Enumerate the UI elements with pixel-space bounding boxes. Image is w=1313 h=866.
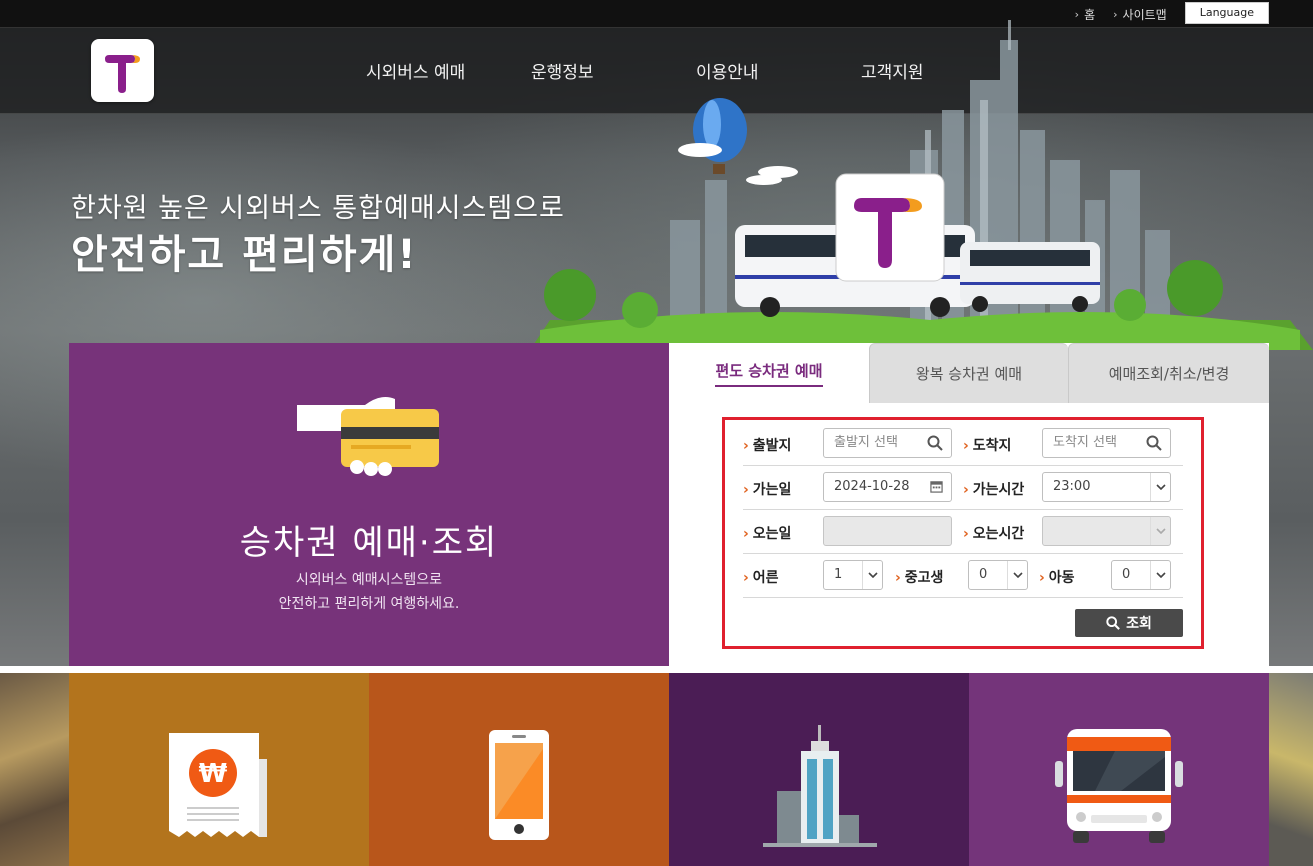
departure-placeholder: 출발지 선택 — [834, 435, 898, 450]
tab-one-way-label: 편도 승차권 예매 — [715, 360, 823, 387]
adult-count-value: 1 — [834, 567, 843, 582]
child-count-select[interactable]: 0 — [1111, 560, 1171, 590]
mobile-phone-icon — [489, 730, 549, 840]
city-bus-illustration — [530, 20, 1313, 350]
chevron-down-icon — [1150, 473, 1170, 501]
ticket-promo-panel: 승차권 예매·조회 시외버스 예매시스템으로 안전하고 편리하게 여행하세요. — [69, 343, 669, 673]
card-payment-icon — [297, 397, 439, 476]
svg-text:₩: ₩ — [199, 759, 228, 789]
tab-lookup-cancel[interactable]: 예매조회/취소/변경 — [1068, 343, 1269, 403]
row-route: 출발지 출발지 선택 도착지 도착지 선택 — [743, 422, 1183, 466]
receipt-won-icon: ₩ — [169, 733, 267, 837]
go-time-label: 가는시간 — [963, 479, 1025, 499]
adult-count-select[interactable]: 1 — [823, 560, 883, 590]
booking-tabs: 편도 승차권 예매 왕복 승차권 예매 예매조회/취소/변경 — [669, 343, 1269, 403]
arrival-placeholder: 도착지 선택 — [1053, 435, 1117, 450]
promo-desc-line2: 안전하고 편리하게 여행하세요. — [278, 596, 460, 612]
section-divider — [0, 666, 1313, 673]
go-time-select[interactable]: 23:00 — [1042, 472, 1171, 502]
go-date-value: 2024-10-28 — [834, 479, 910, 494]
hero-title: 안전하고 편리하게! — [71, 232, 418, 278]
tab-one-way[interactable]: 편도 승차권 예매 — [669, 343, 869, 403]
arrival-label: 도착지 — [963, 435, 1012, 455]
booking-form: 출발지 출발지 선택 도착지 도착지 선택 가는일 2024-10-28 가는시… — [722, 417, 1204, 649]
youth-count-value: 0 — [979, 567, 988, 582]
child-label: 아동 — [1039, 567, 1075, 587]
search-button-label: 조회 — [1126, 616, 1152, 632]
arrival-select[interactable]: 도착지 선택 — [1042, 428, 1171, 458]
youth-count-select[interactable]: 0 — [968, 560, 1028, 590]
row-passengers: 어른 1 중고생 0 아동 0 — [743, 554, 1183, 598]
row-go: 가는일 2024-10-28 가는시간 23:00 — [743, 466, 1183, 510]
hero-subtitle: 한차원 높은 시외버스 통합예매시스템으로 — [71, 193, 565, 224]
adult-label: 어른 — [743, 567, 779, 587]
row-return: 오는일 오는시간 — [743, 510, 1183, 554]
departure-label: 출발지 — [743, 435, 792, 455]
return-date-label: 오는일 — [743, 523, 792, 543]
booking-panel: 편도 승차권 예매 왕복 승차권 예매 예매조회/취소/변경 출발지 출발지 선… — [669, 343, 1269, 673]
chevron-right-icon: › — [1113, 7, 1118, 21]
calendar-icon[interactable] — [930, 480, 943, 493]
search-icon — [1106, 616, 1120, 630]
search-icon — [927, 435, 943, 451]
tab-lookup-cancel-label: 예매조회/취소/변경 — [1108, 365, 1230, 383]
quick-tile-terminal[interactable] — [669, 673, 969, 866]
promo-desc-line1: 시외버스 예매시스템으로 — [295, 572, 443, 588]
building-icon — [763, 725, 877, 847]
promo-title: 승차권 예매·조회 — [239, 523, 499, 563]
chevron-down-icon — [1150, 517, 1170, 545]
quick-tile-fare[interactable]: ₩ — [69, 673, 369, 866]
tab-round-trip[interactable]: 왕복 승차권 예매 — [869, 343, 1068, 403]
youth-label: 중고생 — [895, 567, 944, 587]
nav-item-reservation[interactable]: 시외버스 예매 — [366, 58, 531, 83]
go-date-input[interactable]: 2024-10-28 — [823, 472, 952, 502]
bottom-background-left — [0, 673, 69, 866]
bottom-background-right — [1269, 673, 1313, 866]
chevron-down-icon — [862, 561, 882, 589]
bus-front-icon — [1055, 729, 1183, 843]
chevron-down-icon — [1150, 561, 1170, 589]
search-button[interactable]: 조회 — [1075, 609, 1183, 637]
t-logo-icon — [105, 55, 140, 93]
return-time-select — [1042, 516, 1171, 546]
go-date-label: 가는일 — [743, 479, 792, 499]
go-time-value: 23:00 — [1053, 479, 1091, 494]
child-count-value: 0 — [1122, 567, 1131, 582]
departure-select[interactable]: 출발지 선택 — [823, 428, 952, 458]
return-time-label: 오는시간 — [963, 523, 1025, 543]
chevron-down-icon — [1007, 561, 1027, 589]
search-icon — [1146, 435, 1162, 451]
site-logo[interactable] — [91, 39, 154, 102]
quick-tile-mobile[interactable] — [369, 673, 669, 866]
tab-round-trip-label: 왕복 승차권 예매 — [915, 365, 1023, 383]
quick-tile-bus-info[interactable] — [969, 673, 1269, 866]
return-date-input — [823, 516, 952, 546]
chevron-right-icon: › — [1074, 7, 1080, 21]
